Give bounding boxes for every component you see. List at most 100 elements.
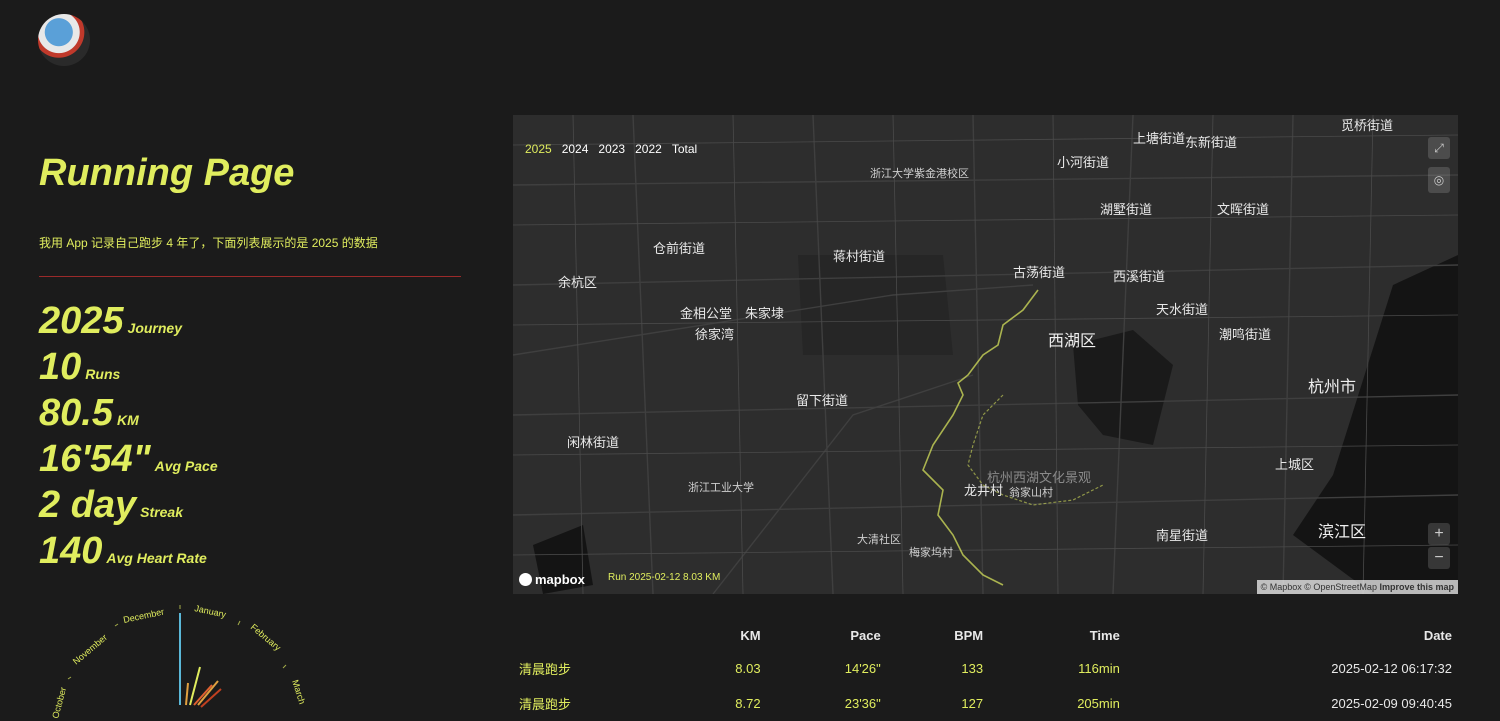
stat-label: Journey bbox=[127, 320, 183, 336]
zoom-out-button[interactable]: − bbox=[1428, 547, 1450, 569]
map-label: 东新街道 bbox=[1185, 135, 1238, 150]
run-bpm: 133 bbox=[961, 661, 984, 676]
improve-map-link[interactable]: Improve this map bbox=[1379, 582, 1454, 592]
run-pace: 23'36" bbox=[844, 696, 881, 711]
run-bpm: 127 bbox=[961, 696, 984, 711]
stat-value: 2025 bbox=[39, 300, 124, 342]
year-tabs: 2025 2024 2023 2022 Total bbox=[525, 142, 697, 156]
zoom-in-button[interactable]: + bbox=[1428, 523, 1450, 545]
stat-label: Streak bbox=[140, 504, 183, 520]
stat-label: Avg Pace bbox=[154, 458, 218, 474]
stat-journey: 2025 Journey bbox=[39, 300, 218, 346]
map-label: 徐家湾 bbox=[695, 327, 735, 342]
map-label: 文晖街道 bbox=[1217, 202, 1270, 217]
map-label: 梅家坞村 bbox=[909, 547, 953, 559]
page-title: Running Page bbox=[39, 152, 295, 194]
map-label: 浙江工业大学 bbox=[688, 482, 754, 494]
table-row[interactable]: 清晨跑步 8.72 23'36" 127 205min 2025-02-09 0… bbox=[513, 686, 1458, 721]
map-label: 龙井村 bbox=[964, 483, 1004, 498]
stat-km: 80.5 KM bbox=[39, 392, 218, 438]
stat-runs: 10 Runs bbox=[39, 346, 218, 392]
map-label: 蒋村街道 bbox=[833, 249, 886, 264]
month-label: December bbox=[122, 607, 165, 625]
map-label: 大清社区 bbox=[857, 534, 901, 546]
map-label: 西溪街道 bbox=[1113, 269, 1166, 284]
run-name: 清晨跑步 bbox=[519, 697, 572, 712]
map-label: 南星街道 bbox=[1156, 528, 1209, 543]
table-header: KM Pace BPM Time Date bbox=[513, 620, 1458, 651]
map-label: 翁家山村 bbox=[1009, 487, 1053, 499]
map-label: 潮鸣街道 bbox=[1219, 327, 1272, 342]
attribution-text: © Mapbox © OpenStreetMap bbox=[1260, 582, 1377, 592]
run-pace: 14'26" bbox=[844, 661, 881, 676]
stat-value: 140 bbox=[39, 530, 103, 572]
location-icon: ◎ bbox=[1433, 173, 1445, 187]
radial-bar bbox=[185, 682, 189, 706]
mapbox-logo[interactable]: mapbox bbox=[519, 572, 585, 587]
route-map[interactable]: 西湖区 杭州市 滨江区 余杭区 上城区 杭州西湖文化景观 龙井村 古荡街道 西溪… bbox=[513, 115, 1458, 594]
map-background bbox=[513, 115, 1458, 594]
map-label: 滨江区 bbox=[1318, 524, 1367, 541]
table-row[interactable]: 清晨跑步 8.03 14'26" 133 116min 2025-02-12 0… bbox=[513, 651, 1458, 686]
map-label: 余杭区 bbox=[558, 275, 598, 290]
month-label: March bbox=[290, 679, 307, 706]
map-label: 闲林街道 bbox=[567, 435, 620, 450]
stat-pace: 16'54" Avg Pace bbox=[39, 438, 218, 484]
minus-icon: − bbox=[1434, 549, 1444, 566]
runs-table: KM Pace BPM Time Date 清晨跑步 8.03 14'26" 1… bbox=[513, 620, 1458, 721]
radial-bar bbox=[193, 684, 213, 706]
stat-label: Avg Heart Rate bbox=[106, 550, 207, 566]
map-label: 古荡街道 bbox=[1013, 265, 1066, 280]
month-label: January bbox=[194, 603, 228, 620]
year-tab-2025[interactable]: 2025 bbox=[525, 142, 552, 156]
year-tab-2022[interactable]: 2022 bbox=[635, 142, 662, 156]
map-label: 上城区 bbox=[1275, 457, 1315, 472]
map-label: 留下街道 bbox=[796, 393, 849, 408]
map-label: 金相公堂 bbox=[680, 306, 733, 321]
stat-label: KM bbox=[116, 412, 139, 428]
stats-panel: 2025 Journey 10 Runs 80.5 KM 16'54" Avg Pace… bbox=[39, 300, 218, 576]
map-label: 湖墅街道 bbox=[1100, 202, 1153, 217]
map-label: 杭州市 bbox=[1308, 379, 1357, 396]
year-tab-2024[interactable]: 2024 bbox=[562, 142, 589, 156]
stat-value: 16'54" bbox=[39, 438, 151, 480]
run-km: 8.03 bbox=[735, 661, 761, 676]
run-time: 205min bbox=[1077, 696, 1120, 711]
month-label: February bbox=[249, 622, 283, 653]
run-date: 2025-02-09 09:40:45 bbox=[1331, 696, 1452, 711]
page-description: 我用 App 记录自己跑步 4 年了，下面列表展示的是 2025 的数据 bbox=[39, 236, 378, 250]
avatar[interactable] bbox=[38, 14, 90, 66]
year-tab-total[interactable]: Total bbox=[672, 142, 697, 156]
stat-value: 80.5 bbox=[39, 392, 113, 434]
run-label: Run 2025-02-12 8.03 KM bbox=[608, 572, 721, 583]
divider bbox=[39, 276, 461, 277]
run-km: 8.72 bbox=[735, 696, 761, 711]
fullscreen-button[interactable]: ⤢ bbox=[1428, 137, 1450, 159]
header-km: KM bbox=[740, 628, 761, 643]
month-radial-chart: October November December January Februa… bbox=[50, 603, 307, 719]
map-label: 天水街道 bbox=[1156, 302, 1209, 317]
header-date: Date bbox=[1423, 628, 1452, 643]
run-time: 116min bbox=[1078, 661, 1120, 676]
fullscreen-icon: ⤢ bbox=[1434, 141, 1444, 155]
header-bpm: BPM bbox=[954, 628, 984, 643]
plus-icon: + bbox=[1434, 525, 1444, 542]
map-label: 上塘街道 bbox=[1133, 131, 1186, 146]
year-tab-2023[interactable]: 2023 bbox=[598, 142, 625, 156]
stat-heart-rate: 140 Avg Heart Rate bbox=[39, 530, 218, 576]
header-pace: Pace bbox=[850, 628, 881, 643]
stat-label: Runs bbox=[85, 366, 121, 382]
map-label: 小河街道 bbox=[1057, 155, 1110, 170]
run-name: 清晨跑步 bbox=[519, 662, 572, 677]
header-name bbox=[513, 620, 673, 651]
run-date: 2025-02-12 06:17:32 bbox=[1331, 661, 1452, 676]
stat-value: 10 bbox=[39, 346, 82, 388]
month-label: November bbox=[71, 632, 109, 666]
header-time: Time bbox=[1089, 628, 1120, 643]
map-attribution: © Mapbox © OpenStreetMap Improve this ma… bbox=[1256, 580, 1458, 594]
stat-streak: 2 day Streak bbox=[39, 484, 218, 530]
map-label: 仓前街道 bbox=[653, 241, 706, 256]
map-label: 觅桥街道 bbox=[1341, 118, 1394, 133]
map-label: 朱家埭 bbox=[745, 306, 785, 321]
locate-button[interactable]: ◎ bbox=[1428, 167, 1450, 193]
